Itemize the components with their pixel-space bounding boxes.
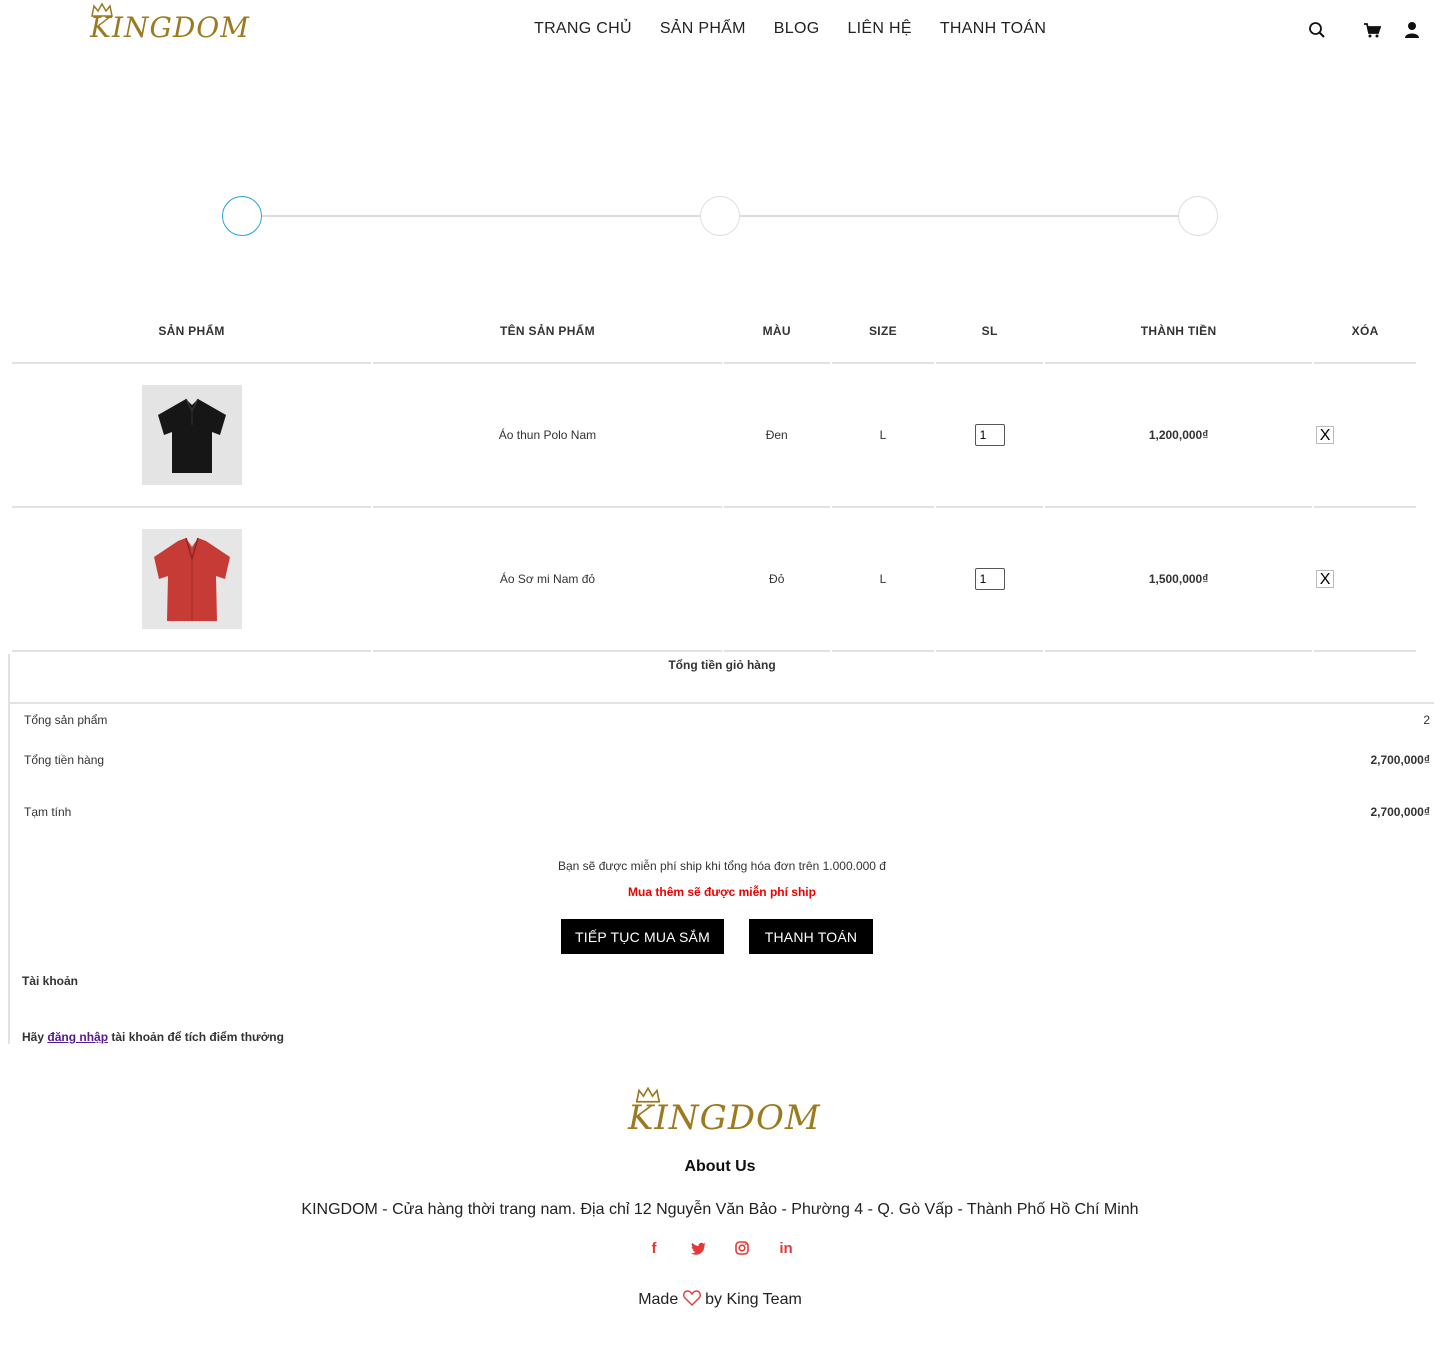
made-prefix: Made bbox=[638, 1291, 679, 1308]
summary-divider bbox=[10, 702, 1434, 704]
cart-summary: Tổng tiền giỏ hàng Tổng sản phẩm 2 Tổng … bbox=[8, 654, 1434, 1044]
linkedin-icon[interactable]: in bbox=[776, 1238, 796, 1258]
table-row: Áo thun Polo Nam Đen L 1,200,000₫ X bbox=[12, 364, 1416, 508]
step-payment[interactable] bbox=[1178, 196, 1218, 236]
delete-button[interactable]: X bbox=[1316, 570, 1335, 588]
nav-item-blog[interactable]: BLOG bbox=[774, 20, 820, 38]
checkout-steps bbox=[222, 196, 1218, 236]
store-address: KINGDOM - Cửa hàng thời trang nam. Địa c… bbox=[301, 1201, 1139, 1218]
product-image[interactable] bbox=[141, 529, 242, 629]
col-line-total: THÀNH TIỀN bbox=[1045, 300, 1313, 364]
instagram-icon[interactable] bbox=[732, 1238, 752, 1258]
crown-icon bbox=[635, 1086, 661, 1103]
quantity-input[interactable] bbox=[974, 424, 1005, 446]
col-quantity: SL bbox=[936, 300, 1043, 364]
product-size: L bbox=[831, 364, 935, 508]
made-by: Made by King Team bbox=[0, 1290, 1440, 1311]
col-delete: XÓA bbox=[1314, 300, 1416, 364]
col-color: MÀU bbox=[723, 300, 830, 364]
login-suffix: tài khoản để tích điểm thưởng bbox=[111, 1030, 284, 1044]
cart-header-row: SẢN PHẨM TÊN SẢN PHẨM MÀU SIZE SL THÀNH … bbox=[12, 300, 1416, 364]
red-shirt-icon bbox=[141, 529, 242, 629]
login-prefix: Hãy bbox=[22, 1030, 45, 1044]
checkout-button[interactable]: THANH TOÁN bbox=[749, 919, 873, 954]
product-size: L bbox=[831, 508, 935, 652]
black-polo-shirt-icon bbox=[141, 385, 242, 485]
line-total: 1,500,000₫ bbox=[1045, 508, 1313, 652]
nav-item-home[interactable]: TRANG CHỦ bbox=[534, 20, 632, 38]
header: KINGDOM TRANG CHỦ SẢN PHẨM BLOG LIÊN HỆ … bbox=[0, 0, 1440, 62]
user-icon[interactable] bbox=[1402, 20, 1422, 40]
subtotal-value: 2,700,000₫ bbox=[1370, 753, 1430, 767]
items-value: 2 bbox=[1423, 713, 1430, 727]
free-ship-note: Bạn sẽ được miễn phí ship khi tổng hóa đ… bbox=[558, 859, 886, 873]
login-link[interactable]: đăng nhập bbox=[47, 1030, 108, 1044]
items-label: Tổng sản phẩm bbox=[24, 713, 108, 727]
product-name[interactable]: Áo Sơ mi Nam đỏ bbox=[373, 508, 722, 652]
col-product-name: TÊN SẢN PHẨM bbox=[373, 300, 722, 364]
nav-item-contact[interactable]: LIÊN HỆ bbox=[847, 20, 911, 38]
heart-icon bbox=[682, 1290, 701, 1311]
nav-item-products[interactable]: SẢN PHẨM bbox=[660, 20, 746, 38]
col-size: SIZE bbox=[831, 300, 935, 364]
social-links: f in bbox=[644, 1238, 796, 1258]
facebook-icon[interactable]: f bbox=[644, 1238, 664, 1258]
footer-brand-name: KINGDOM bbox=[628, 1098, 821, 1138]
twitter-icon[interactable] bbox=[688, 1238, 708, 1258]
subtotal-label: Tổng tiền hàng bbox=[24, 753, 105, 767]
login-prompt: Hãy đăng nhập tài khoản để tích điểm thư… bbox=[22, 1030, 284, 1044]
search-icon[interactable] bbox=[1307, 20, 1327, 40]
summary-row-provisional: Tạm tính 2,700,000₫ bbox=[24, 805, 1430, 819]
footer-logo[interactable]: KINGDOM bbox=[628, 1086, 821, 1138]
nav-item-checkout[interactable]: THANH TOÁN bbox=[940, 20, 1046, 38]
brand-logo[interactable]: KINGDOM bbox=[90, 2, 250, 44]
step-cart[interactable] bbox=[222, 196, 262, 236]
provisional-label: Tạm tính bbox=[24, 805, 72, 819]
account-label: Tài khoản bbox=[22, 974, 79, 988]
product-color: Đen bbox=[723, 364, 830, 508]
summary-row-subtotal: Tổng tiền hàng 2,700,000₫ bbox=[24, 753, 1430, 767]
step-connector bbox=[740, 215, 1178, 217]
line-total: 1,200,000₫ bbox=[1045, 364, 1313, 508]
delete-button[interactable]: X bbox=[1316, 426, 1335, 444]
free-ship-alert: Mua thêm sẽ được miễn phí ship bbox=[628, 885, 816, 899]
step-info[interactable] bbox=[700, 196, 740, 236]
step-connector bbox=[262, 215, 700, 217]
continue-shopping-button[interactable]: TIẾP TỤC MUA SẮM bbox=[561, 919, 724, 954]
col-product-image: SẢN PHẨM bbox=[12, 300, 372, 364]
table-row: Áo Sơ mi Nam đỏ Đỏ L 1,500,000₫ X bbox=[12, 508, 1416, 652]
provisional-value: 2,700,000₫ bbox=[1370, 805, 1430, 819]
crown-icon bbox=[91, 2, 113, 17]
product-name[interactable]: Áo thun Polo Nam bbox=[373, 364, 722, 508]
product-color: Đỏ bbox=[723, 508, 830, 652]
summary-title: Tổng tiền giỏ hàng bbox=[668, 658, 776, 672]
cart-table: SẢN PHẨM TÊN SẢN PHẨM MÀU SIZE SL THÀNH … bbox=[10, 300, 1418, 652]
about-title: About Us bbox=[684, 1158, 756, 1175]
quantity-input[interactable] bbox=[974, 568, 1005, 590]
main-nav: TRANG CHỦ SẢN PHẨM BLOG LIÊN HỆ THANH TO… bbox=[534, 20, 1046, 38]
made-suffix: by King Team bbox=[705, 1291, 802, 1308]
product-image[interactable] bbox=[141, 385, 242, 485]
cart-icon[interactable] bbox=[1362, 20, 1382, 40]
summary-row-items: Tổng sản phẩm 2 bbox=[24, 713, 1430, 727]
